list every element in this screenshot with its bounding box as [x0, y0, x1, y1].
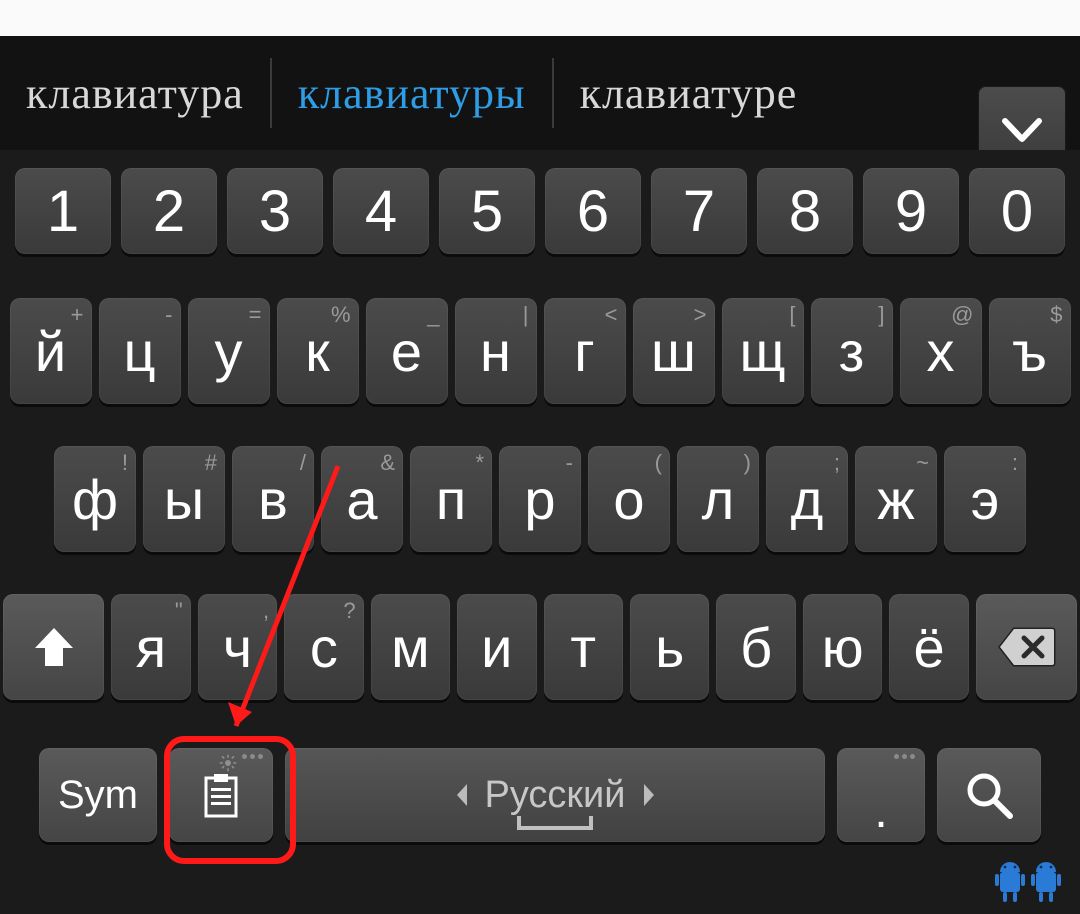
more-dots-icon — [242, 754, 263, 759]
key-о[interactable]: о( — [588, 446, 670, 552]
key-г[interactable]: г< — [544, 298, 626, 404]
key-е[interactable]: е_ — [366, 298, 448, 404]
key-л[interactable]: л) — [677, 446, 759, 552]
chevron-left-icon — [453, 782, 471, 808]
key-9[interactable]: 9 — [863, 168, 959, 254]
gear-icon — [219, 754, 237, 772]
shift-key[interactable] — [3, 594, 104, 700]
chevron-right-icon — [640, 782, 658, 808]
more-dots-icon — [894, 754, 915, 759]
key-й[interactable]: й+ — [10, 298, 92, 404]
key-ж[interactable]: ж~ — [855, 446, 937, 552]
key-0[interactable]: 0 — [969, 168, 1065, 254]
key-8[interactable]: 8 — [757, 168, 853, 254]
key-у[interactable]: у= — [188, 298, 270, 404]
backspace-key[interactable] — [976, 594, 1077, 700]
letter-row-3: я"ч,с?митьбюё — [0, 594, 1080, 700]
key-6[interactable]: 6 — [545, 168, 641, 254]
key-ё[interactable]: ё — [889, 594, 968, 700]
key-3[interactable]: 3 — [227, 168, 323, 254]
search-key[interactable] — [937, 748, 1041, 842]
search-icon — [962, 768, 1016, 822]
key-4[interactable]: 4 — [333, 168, 429, 254]
backspace-icon — [996, 625, 1056, 669]
key-1[interactable]: 1 — [15, 168, 111, 254]
key-ь[interactable]: ь — [630, 594, 709, 700]
symbols-key[interactable]: Sym — [39, 748, 157, 842]
shift-up-icon — [29, 622, 79, 672]
key-з[interactable]: з] — [811, 298, 893, 404]
letter-row-2: ф!ы#в/а&п*р-о(л)д;ж~э: — [0, 446, 1080, 552]
key-ю[interactable]: ю — [803, 594, 882, 700]
key-ъ[interactable]: ъ$ — [989, 298, 1071, 404]
key-м[interactable]: м — [371, 594, 450, 700]
key-ч[interactable]: ч, — [198, 594, 277, 700]
key-ф[interactable]: ф! — [54, 446, 136, 552]
key-7[interactable]: 7 — [651, 168, 747, 254]
key-2[interactable]: 2 — [121, 168, 217, 254]
key-в[interactable]: в/ — [232, 446, 314, 552]
key-к[interactable]: к% — [277, 298, 359, 404]
key-б[interactable]: б — [716, 594, 795, 700]
keyboard: 1 2 3 4 5 6 7 8 9 0 й+ц-у=к%е_н|г<ш>щ[з]… — [0, 150, 1080, 914]
key-щ[interactable]: щ[ — [722, 298, 804, 404]
settings-key[interactable] — [169, 748, 273, 842]
letter-row-1: й+ц-у=к%е_н|г<ш>щ[з]х@ъ$ — [0, 298, 1080, 404]
android-watermark-icon — [990, 854, 1068, 908]
spacebar[interactable]: Русский — [285, 748, 825, 842]
suggestion-item-0[interactable]: клавиатура — [0, 36, 270, 150]
key-п[interactable]: п* — [410, 446, 492, 552]
key-х[interactable]: х@ — [900, 298, 982, 404]
space-language-label: Русский — [485, 774, 626, 817]
key-ц[interactable]: ц- — [99, 298, 181, 404]
key-я[interactable]: я" — [111, 594, 190, 700]
suggestion-bar: клавиатура клавиатуры клавиатуре — [0, 36, 1080, 150]
period-key[interactable]: . — [837, 748, 925, 842]
suggestion-item-2[interactable]: клавиатуре — [554, 36, 824, 150]
key-а[interactable]: а& — [321, 446, 403, 552]
key-с[interactable]: с? — [284, 594, 363, 700]
space-underline-icon — [515, 814, 595, 834]
key-и[interactable]: и — [457, 594, 536, 700]
clipboard-icon — [196, 770, 246, 820]
key-д[interactable]: д; — [766, 446, 848, 552]
key-э[interactable]: э: — [944, 446, 1026, 552]
key-ы[interactable]: ы# — [143, 446, 225, 552]
chevron-down-icon — [999, 107, 1045, 153]
bottom-row: Sym Русский . — [0, 748, 1080, 842]
key-ш[interactable]: ш> — [633, 298, 715, 404]
top-app-strip — [0, 0, 1080, 36]
key-5[interactable]: 5 — [439, 168, 535, 254]
suggestion-item-1[interactable]: клавиатуры — [272, 36, 552, 150]
key-н[interactable]: н| — [455, 298, 537, 404]
key-т[interactable]: т — [544, 594, 623, 700]
key-р[interactable]: р- — [499, 446, 581, 552]
number-row: 1 2 3 4 5 6 7 8 9 0 — [0, 168, 1080, 254]
